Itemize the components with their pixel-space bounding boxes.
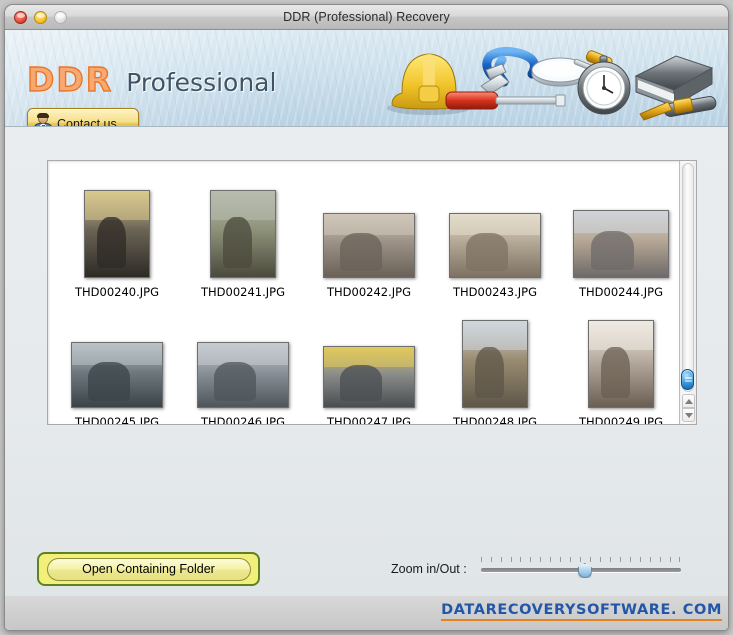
thumbnail-row: THD00240.JPG THD00241.JPG THD00242.JPG THD0… <box>48 169 678 299</box>
footer-bar: DATARECOVERYSOFTWARE. COM <box>5 596 728 630</box>
slider-tick <box>639 557 641 562</box>
slider-tick <box>540 557 542 562</box>
vertical-scrollbar[interactable] <box>679 161 696 424</box>
thumbnail-item[interactable]: THD00249.JPG <box>564 299 678 425</box>
zoom-button <box>54 10 67 24</box>
contact-us-label: Contact us <box>57 117 117 127</box>
thumbnail-filename: THD00243.JPG <box>452 285 537 299</box>
thumbnail-item[interactable]: THD00245.JPG <box>60 299 174 425</box>
scrollbar-thumb[interactable] <box>681 369 694 390</box>
thumbnail-item[interactable]: THD00243.JPG <box>438 169 552 299</box>
thumbnail-item[interactable]: THD00244.JPG <box>564 169 678 299</box>
slider-tick <box>609 557 611 562</box>
slider-tick <box>629 557 631 562</box>
pliers-icon <box>480 46 539 95</box>
thumbnail-image-wrap <box>588 316 654 408</box>
thumbnail-grid: THD00240.JPG THD00241.JPG THD00242.JPG THD0… <box>48 161 678 424</box>
main-content: THD00240.JPG THD00241.JPG THD00242.JPG THD0… <box>5 127 728 630</box>
application-window: DDR (Professional) Recovery DDR Professi… <box>4 4 729 631</box>
open-containing-folder-button[interactable]: Open Containing Folder <box>37 552 260 586</box>
slider-tick <box>649 557 651 562</box>
app-logo: DDR Professional <box>26 59 277 99</box>
slider-tick <box>669 557 671 562</box>
thumbnail-image-wrap <box>323 186 415 278</box>
thumbnail-filename: THD00249.JPG <box>578 415 663 425</box>
thumbnail-item[interactable]: THD00240.JPG <box>60 169 174 299</box>
slider-tick <box>580 557 582 562</box>
thumbnail-filename: THD00240.JPG <box>74 285 159 299</box>
slider-tick <box>480 557 482 562</box>
logo-ddr-text: DDR <box>26 59 114 99</box>
thumbnail-image[interactable] <box>197 342 289 408</box>
title-bar: DDR (Professional) Recovery <box>5 5 728 30</box>
slider-tick <box>679 557 681 562</box>
app-banner: DDR Professional Contact us <box>5 30 728 127</box>
slider-tick <box>520 557 522 562</box>
thumbnail-image-wrap <box>573 186 669 278</box>
tools-illustration <box>387 46 717 121</box>
scroll-down-arrow[interactable] <box>682 408 695 422</box>
zoom-label: Zoom in/Out : <box>391 562 467 576</box>
open-containing-folder-label: Open Containing Folder <box>46 557 251 581</box>
person-icon <box>32 112 54 126</box>
slider-tick <box>619 557 621 562</box>
thumbnail-item[interactable]: THD00242.JPG <box>312 169 426 299</box>
thumbnail-image[interactable] <box>573 210 669 278</box>
slider-tick <box>570 557 572 562</box>
slider-tick <box>659 557 661 562</box>
slider-tick <box>500 557 502 562</box>
slider-knob[interactable] <box>577 563 592 578</box>
thumbnail-image[interactable] <box>462 320 528 408</box>
thumbnail-image-wrap <box>84 186 150 278</box>
thumbnail-filename: THD00241.JPG <box>200 285 285 299</box>
logo-professional-text: Professional <box>126 68 277 97</box>
thumbnail-image-wrap <box>462 316 528 408</box>
slider-tick <box>510 557 512 562</box>
slider-tick <box>590 557 592 562</box>
zoom-slider[interactable] <box>480 557 681 581</box>
zoom-control: Zoom in/Out : <box>391 557 681 581</box>
scroll-up-arrow[interactable] <box>682 394 695 408</box>
thumbnail-item[interactable]: THD00246.JPG <box>186 299 300 425</box>
slider-tick <box>530 557 532 562</box>
slider-ticks <box>480 557 681 563</box>
thumbnail-image[interactable] <box>588 320 654 408</box>
thumbnail-filename: THD00248.JPG <box>452 415 537 425</box>
slider-tick <box>490 557 492 562</box>
thumbnail-item[interactable]: THD00248.JPG <box>438 299 552 425</box>
scrollbar-track[interactable] <box>682 163 694 392</box>
thumbnail-image-wrap <box>71 316 163 408</box>
thumbnail-image[interactable] <box>84 190 150 278</box>
thumbnail-image[interactable] <box>210 190 276 278</box>
pen-nib-icon <box>639 96 717 121</box>
red-screwdriver-icon <box>445 91 566 110</box>
minimize-button[interactable] <box>34 10 47 24</box>
thumbnail-image[interactable] <box>449 213 541 278</box>
website-link[interactable]: DATARECOVERYSOFTWARE. COM <box>441 602 722 621</box>
slider-tick <box>599 557 601 562</box>
thumbnail-image[interactable] <box>323 346 415 408</box>
close-button[interactable] <box>14 10 27 24</box>
thumbnail-image-wrap <box>197 316 289 408</box>
thumbnail-panel[interactable]: THD00240.JPG THD00241.JPG THD00242.JPG THD0… <box>47 160 697 425</box>
thumbnail-image[interactable] <box>71 342 163 408</box>
slider-tick <box>560 557 562 562</box>
slider-tick <box>550 557 552 562</box>
window-title: DDR (Professional) Recovery <box>283 10 450 24</box>
thumbnail-filename: THD00247.JPG <box>326 415 411 425</box>
thumbnail-image-wrap <box>210 186 276 278</box>
thumbnail-item[interactable]: THD00241.JPG <box>186 169 300 299</box>
thumbnail-filename: THD00246.JPG <box>200 415 285 425</box>
thumbnail-image[interactable] <box>323 213 415 278</box>
contact-us-button[interactable]: Contact us <box>27 108 139 127</box>
thumbnail-filename: THD00245.JPG <box>74 415 159 425</box>
window-controls <box>14 10 67 24</box>
thumbnail-image-wrap <box>323 316 415 408</box>
thumbnail-image-wrap <box>449 186 541 278</box>
thumbnail-row: THD00245.JPG THD00246.JPG THD00247.JPG THD0… <box>48 299 678 425</box>
thumbnail-filename: THD00242.JPG <box>326 285 411 299</box>
thumbnail-filename: THD00244.JPG <box>578 285 663 299</box>
thumbnail-item[interactable]: THD00247.JPG <box>312 299 426 425</box>
